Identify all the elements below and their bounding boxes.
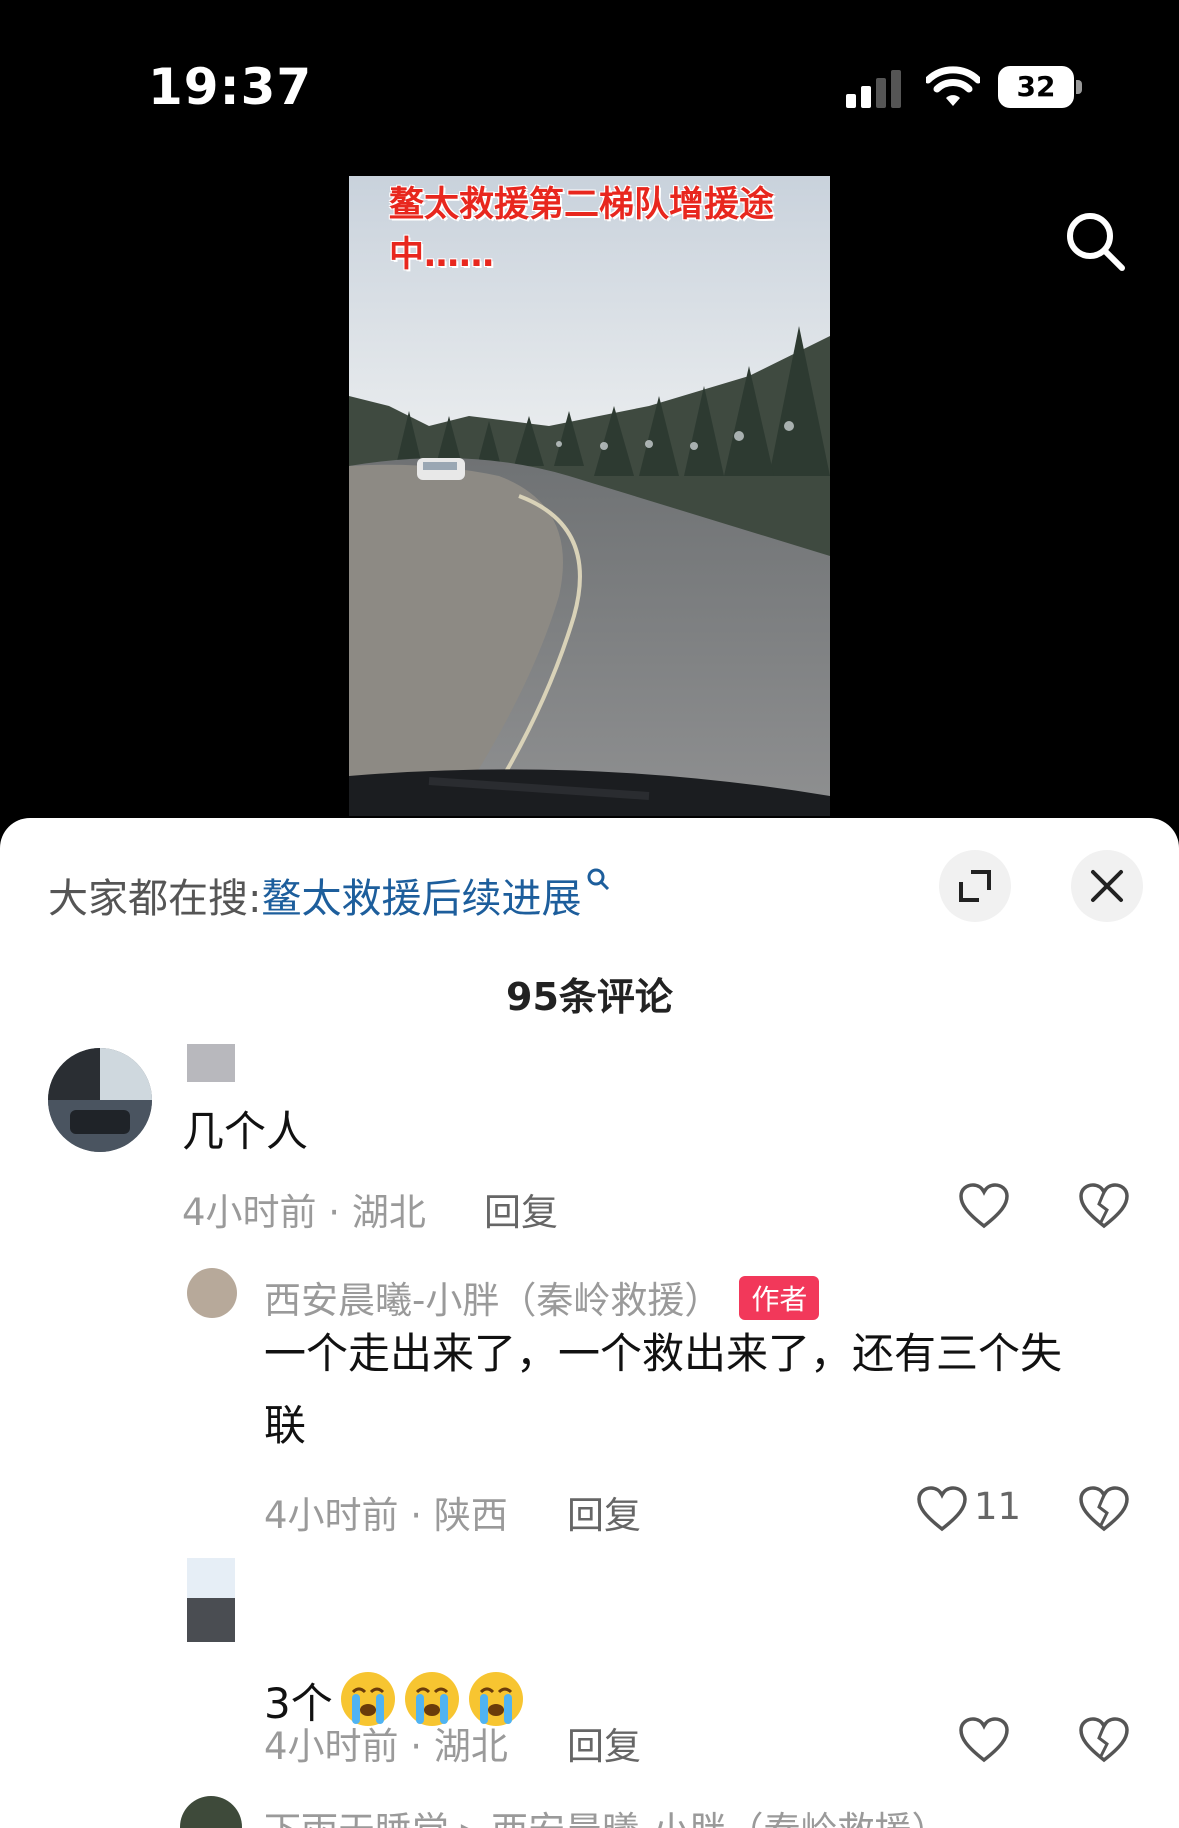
username-redacted[interactable] xyxy=(187,1044,235,1082)
comment-text: 几个人 xyxy=(182,1107,309,1156)
comment-count: 95条评论 xyxy=(506,975,673,1019)
status-time: 19:37 xyxy=(148,58,313,116)
wifi-icon xyxy=(926,66,980,106)
heart-icon[interactable] xyxy=(958,1716,1010,1764)
author-badge: 作者 xyxy=(739,1276,820,1320)
broken-heart-icon[interactable] xyxy=(1078,1485,1130,1533)
search-suggestion[interactable]: 大家都在搜:鳌太救援后续进展 xyxy=(48,866,611,924)
search-suggestion-term[interactable]: 鳌太救援后续进展 xyxy=(261,876,581,922)
signal-icon xyxy=(846,68,904,108)
reply-button[interactable]: 回复 xyxy=(484,1182,558,1236)
search-suggestion-prefix: 大家都在搜: xyxy=(48,876,262,922)
reply-button[interactable]: 回复 xyxy=(567,1716,641,1770)
battery-icon: 32 xyxy=(998,66,1082,108)
like-count: 11 xyxy=(974,1485,1022,1528)
heart-icon[interactable] xyxy=(958,1182,1010,1230)
video-player[interactable]: 鳌太救援第二梯队增援途中…… xyxy=(349,176,830,816)
search-icon xyxy=(587,868,610,891)
avatar-redacted[interactable] xyxy=(187,1558,235,1642)
reply-text: 一个走出来了，一个救出来了，还有三个失 联 xyxy=(264,1318,1062,1462)
close-button[interactable] xyxy=(1071,850,1143,922)
comment-sheet: 大家都在搜:鳌太救援后续进展 95条评论 几个人 4小时前 · 湖北 回复 西安… xyxy=(0,818,1179,1828)
avatar[interactable] xyxy=(48,1048,152,1152)
search-icon[interactable] xyxy=(1062,208,1128,274)
expand-button[interactable] xyxy=(939,850,1011,922)
reply-username-row[interactable]: 西安晨曦-小胖（秦岭救援） 作者 xyxy=(264,1270,820,1324)
reply-text-line2: 联 xyxy=(264,1401,307,1450)
reply-text-line1: 一个走出来了，一个救出来了，还有三个失 xyxy=(264,1329,1063,1378)
reply-meta: 4小时前 · 陕西 xyxy=(264,1494,508,1537)
avatar[interactable] xyxy=(187,1268,237,1318)
reply-button[interactable]: 回复 xyxy=(567,1485,641,1539)
battery-level: 32 xyxy=(998,66,1074,108)
broken-heart-icon[interactable] xyxy=(1078,1182,1130,1230)
reply-username[interactable]: 下雨天睡觉 ▸ 西安晨曦-小胖（秦岭救援） xyxy=(264,1800,948,1828)
broken-heart-icon[interactable] xyxy=(1078,1716,1130,1764)
comment-meta: 4小时前 · 湖北 xyxy=(182,1191,426,1234)
reply-username[interactable]: 西安晨曦-小胖（秦岭救援） xyxy=(264,1279,721,1322)
reply-meta: 4小时前 · 湖北 xyxy=(264,1725,508,1768)
expand-icon xyxy=(959,870,991,902)
status-bar: 19:37 32 xyxy=(0,0,1179,150)
video-caption: 鳌太救援第二梯队增援途中…… xyxy=(389,185,775,275)
close-icon xyxy=(1091,870,1123,902)
avatar[interactable] xyxy=(180,1796,242,1828)
heart-icon[interactable] xyxy=(916,1485,968,1533)
